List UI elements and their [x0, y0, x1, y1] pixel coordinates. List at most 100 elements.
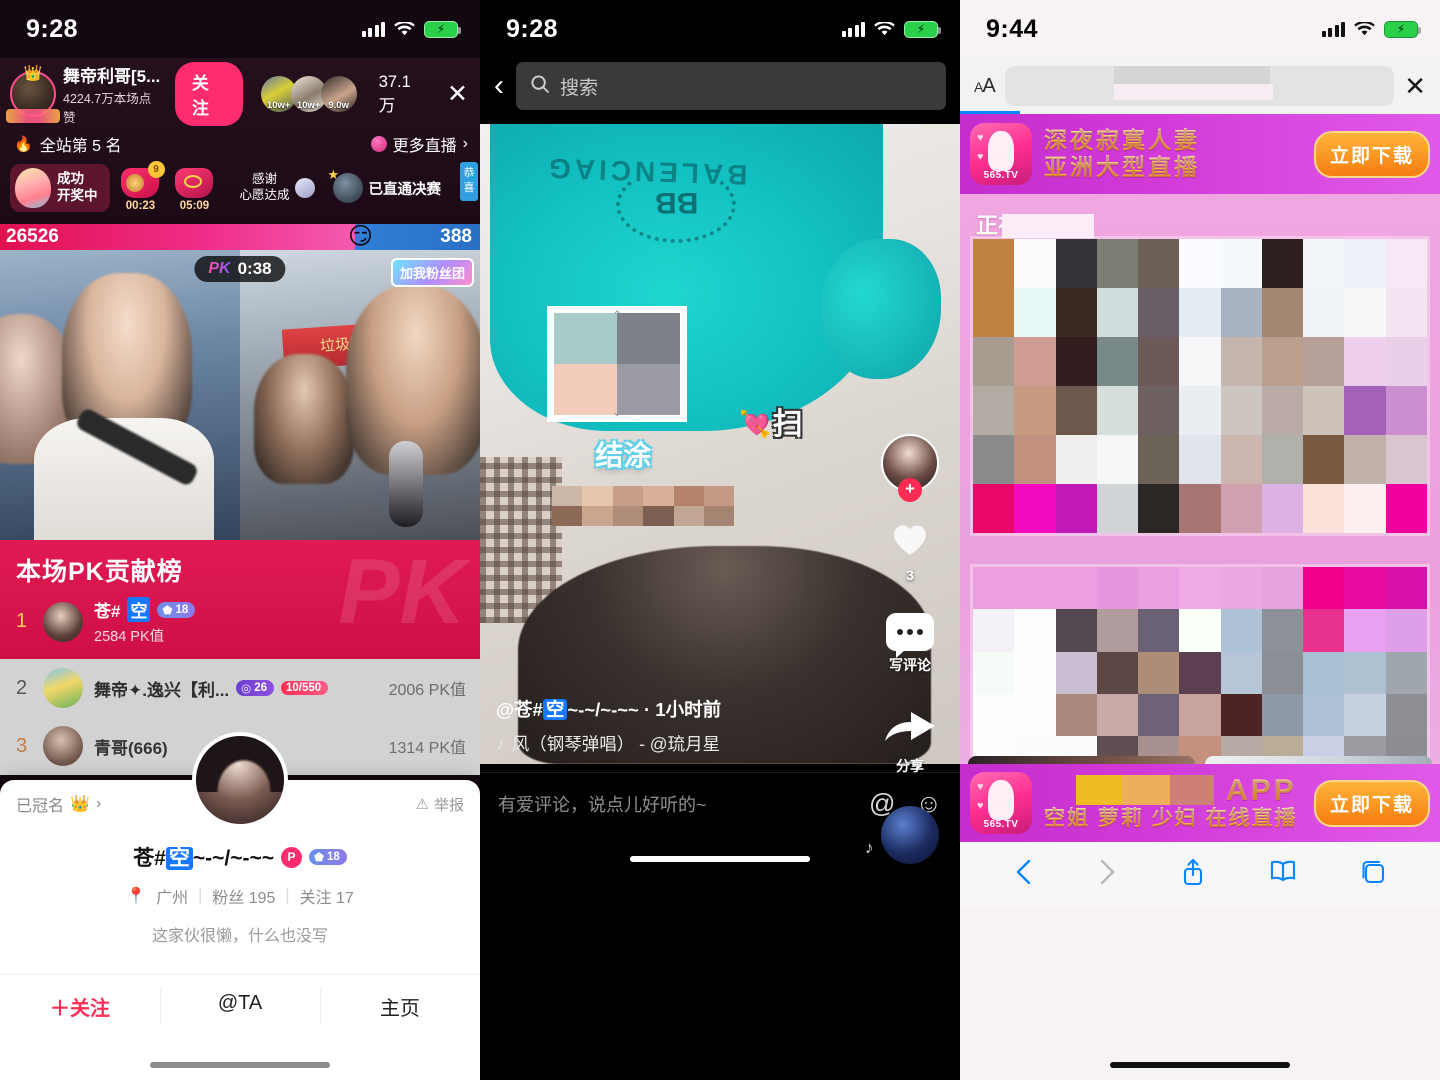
music-disc-icon[interactable]: ♪ [865, 806, 939, 864]
follow-action-button[interactable]: ＋关注 [0, 975, 160, 1038]
board-avatar[interactable] [43, 726, 83, 766]
heart-icon [890, 522, 930, 563]
wish-line2: 心愿达成 [239, 188, 290, 202]
lottery-line1: 成功 [57, 171, 84, 187]
ad-download-button[interactable]: 立即下载 [1313, 130, 1430, 178]
forward-chevron-icon[interactable] [1096, 857, 1118, 892]
status-time: 9:28 [506, 14, 559, 43]
close-icon[interactable]: ✕ [447, 81, 468, 107]
back-chevron-icon[interactable] [1013, 857, 1035, 892]
brand-logo-text: BALENCIAG [544, 152, 748, 191]
anchor-row: 👑 舞帝利哥[5... 4224.7万本场点赞 关注 10w+ 10w+ 9.0… [0, 58, 480, 126]
board-row[interactable]: 2 舞帝✦.逸兴【利... ◎ 26 10/550 2006 PK值 [0, 659, 480, 717]
video-detail-screen: 9:28 ⚡ ‹ 搜索 BALENCIAG BB ⌃ ⌄ 结涂 💘 扫 + 3 … [480, 0, 960, 1080]
final-qualified-badge[interactable]: 已直通决赛 [328, 167, 441, 203]
url-input[interactable] [1004, 66, 1395, 106]
silhouette-icon [988, 780, 1014, 820]
board-header: PK 本场PK贡献榜 1 苍# 空 ⬟ 18 2584 PK值 [0, 540, 480, 659]
ad-app-word: APP [1226, 773, 1297, 807]
profile-name: 苍# 空 ~-~/~-~~ P ⬟ 18 [0, 842, 480, 872]
board-avatar[interactable] [43, 601, 83, 642]
lottery-badge[interactable]: 成功 开奖中 [10, 164, 110, 212]
congrats-tab[interactable]: 恭喜 [460, 162, 478, 201]
pk-stream-right[interactable]: 垃圾回收 加我粉丝团 [240, 250, 480, 540]
anchor-name: 舞帝利哥[5... [63, 67, 161, 86]
book-icon[interactable] [1268, 859, 1298, 890]
sticker-jietu: 结涂 [595, 440, 652, 472]
bottom-ad-banner[interactable]: ♥ ♥ 565.TV APP 空姐 萝莉 少妇 在线直播 立即下载 [960, 764, 1440, 842]
text-size-button[interactable]: AAAA [974, 75, 996, 98]
follow-button[interactable]: 关注 [174, 62, 243, 126]
cellular-signal-icon [361, 21, 385, 37]
caption-music-line[interactable]: ♪ 风（钢琴弹唱） - @琉月星 [496, 731, 944, 756]
anchor-chip[interactable]: 👑 舞帝利哥[5... 4224.7万本场点赞 [6, 62, 163, 126]
share-icon[interactable] [1180, 857, 1206, 892]
url-redaction-upper [1113, 66, 1270, 84]
comment-placeholder[interactable]: 有爱评论，说点儿好听的~ [498, 791, 869, 817]
user-profile-sheet: 已冠名 👑 › ⚠ 举报 苍# 空 ~-~/~-~~ P ⬟ 18 📍 广州 | 粉丝… [0, 732, 480, 1080]
mosaic-grid [554, 313, 681, 416]
ad-logo-domain: 565.TV [983, 819, 1019, 830]
search-icon [530, 74, 550, 99]
back-chevron-icon[interactable]: ‹ [494, 71, 504, 101]
follow-plus-icon[interactable]: + [898, 478, 922, 502]
wifi-icon [394, 21, 415, 37]
status-bar: 9:28 ⚡ [0, 0, 480, 58]
ad-download-button[interactable]: 立即下载 [1313, 779, 1430, 827]
status-indicators: ⚡ [1321, 20, 1421, 38]
avatar[interactable] [192, 732, 288, 828]
more-live-button[interactable]: 更多直播 › [370, 132, 468, 156]
tabs-icon[interactable] [1359, 858, 1387, 891]
crown-icon: 👑 [70, 796, 90, 813]
battery-charging-icon: ⚡ [1384, 20, 1421, 38]
heart-icon: ♥ [977, 781, 984, 793]
video-player[interactable]: BALENCIAG BB ⌃ ⌄ 结涂 💘 扫 + 3 写评论 分享 ♪ @苍#… [480, 124, 960, 874]
url-redaction-lower [1113, 84, 1274, 100]
crowned-label-group[interactable]: 已冠名 👑 › [16, 792, 101, 816]
live-header: 👑 舞帝利哥[5... 4224.7万本场点赞 关注 10w+ 10w+ 9.0… [0, 58, 480, 224]
profile-name-b: 空 [165, 847, 193, 870]
board-rank: 3 [16, 734, 28, 757]
pk-video-area[interactable]: 垃圾回收 加我粉丝团 PK 0:38 [0, 250, 480, 540]
chevron-up-icon: ⌃ [611, 308, 623, 324]
board-avatar[interactable] [43, 668, 83, 708]
search-row: ‹ 搜索 [480, 58, 960, 124]
ad-logo-domain: 565.TV [983, 170, 1019, 181]
gift-timer-badge-2[interactable]: 05:09 [172, 166, 218, 212]
safari-browser-screen: 9:44 ⚡ AAAA ✕ ♥ ♥ 565.TV [960, 0, 1440, 1080]
board-row[interactable]: 1 苍# 空 ⬟ 18 2584 PK值 [0, 588, 480, 655]
like-button[interactable]: 3 [890, 522, 930, 583]
rank-row: 🔥 全站第 5 名 更多直播 › [0, 126, 480, 158]
homepage-action-button[interactable]: 主页 [320, 975, 480, 1038]
board-name-part-a: 苍# [94, 602, 121, 621]
top-gifters-list[interactable]: 10w+ 10w+ 9.0w [260, 76, 357, 112]
pk-stream-left[interactable] [0, 250, 240, 540]
profile-fans[interactable]: 粉丝 195 [212, 884, 275, 908]
wish-thanks-badge[interactable]: 感谢 心愿达成 [240, 172, 315, 203]
search-input[interactable]: 搜索 [516, 62, 946, 110]
author-avatar[interactable]: + [881, 434, 939, 502]
pin-badge: P [281, 846, 303, 868]
mention-action-button[interactable]: @TA [160, 975, 320, 1038]
gifter-avatar[interactable]: 9.0w [320, 76, 357, 112]
caption-author-line[interactable]: @苍# 空 ~-~/~-~~ · 1小时前 [496, 696, 944, 722]
home-indicator[interactable] [1110, 1062, 1290, 1068]
fanclub-sticker[interactable]: 加我粉丝团 [390, 258, 474, 287]
silhouette-icon [988, 131, 1014, 171]
close-x-icon[interactable]: ✕ [1404, 71, 1426, 102]
home-indicator[interactable] [630, 856, 810, 862]
battery-charging-icon: ⚡ [904, 20, 941, 38]
gift-timer-badge-1[interactable]: 9 00:23 [118, 161, 165, 212]
top-ad-banner[interactable]: ♥ ♥ 565.TV 深夜寂寞人妻 亚洲大型直播 立即下载 [960, 114, 1440, 194]
location-pin-icon: 📍 [126, 888, 147, 905]
video-caption: @苍# 空 ~-~/~-~~ · 1小时前 ♪ 风（钢琴弹唱） - @琉月星 [480, 696, 960, 756]
board-user: 舞帝✦.逸兴【利... ◎ 26 10/550 [94, 676, 378, 701]
report-button[interactable]: ⚠ 举报 [416, 794, 464, 815]
profile-following[interactable]: 关注 17 [300, 884, 354, 908]
caption-handle-a: @苍# [496, 699, 543, 720]
comment-button[interactable]: 写评论 [886, 613, 934, 675]
anchor-avatar[interactable]: 👑 [6, 65, 60, 123]
music-note-icon: ♪ [496, 733, 505, 753]
global-rank[interactable]: 🔥 全站第 5 名 [14, 132, 121, 156]
home-indicator[interactable] [150, 1062, 330, 1068]
